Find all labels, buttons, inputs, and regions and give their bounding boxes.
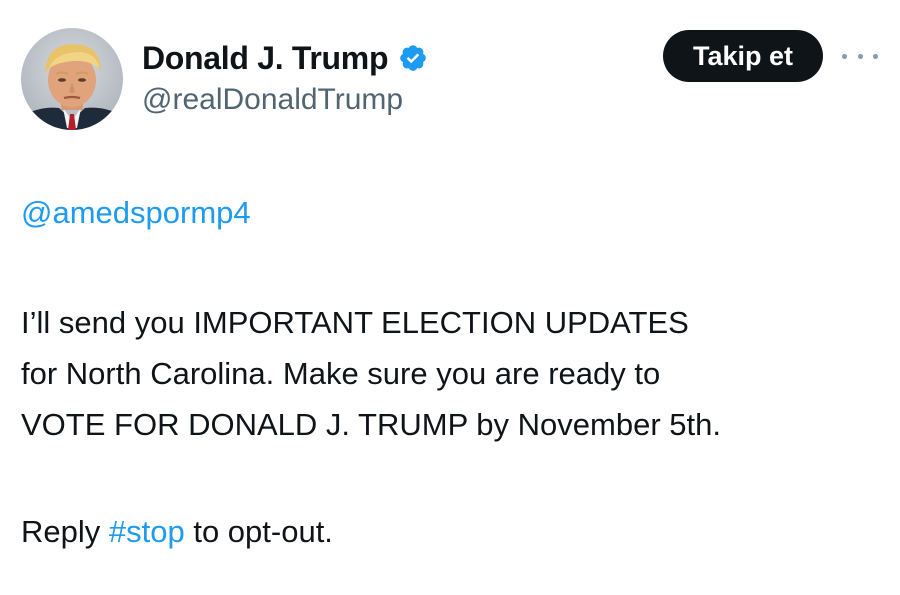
tweet-text-line: I’ll send you IMPORTANT ELECTION UPDATES xyxy=(21,305,689,340)
hashtag-link[interactable]: #stop xyxy=(109,514,185,549)
verified-badge-icon[interactable] xyxy=(398,43,428,73)
author-handle[interactable]: @realDonaldTrump xyxy=(142,83,403,117)
more-horizontal-icon xyxy=(873,53,878,59)
profile-photo xyxy=(21,28,123,130)
tweet-card: Donald J. Trump @realDonaldTrump Takip e… xyxy=(0,0,900,595)
author-display-name[interactable]: Donald J. Trump xyxy=(142,40,389,77)
author-name-row: Donald J. Trump xyxy=(142,40,428,76)
opt-out-line: Reply #stop to opt-out. xyxy=(21,506,333,557)
more-horizontal-icon xyxy=(857,53,863,59)
tweet-text: I’ll send you IMPORTANT ELECTION UPDATES… xyxy=(21,297,891,450)
mention-link[interactable]: @amedspormp4 xyxy=(21,195,251,231)
tweet-text-line: VOTE FOR DONALD J. TRUMP by November 5th… xyxy=(21,407,721,442)
follow-button[interactable]: Takip et xyxy=(663,30,823,82)
avatar[interactable] xyxy=(21,28,123,130)
tweet-text-line: for North Carolina. Make sure you are re… xyxy=(21,356,661,391)
more-options-button[interactable] xyxy=(842,46,878,66)
more-horizontal-icon xyxy=(842,53,847,59)
reply-suffix: to opt-out. xyxy=(184,514,333,549)
reply-prefix: Reply xyxy=(21,514,109,549)
